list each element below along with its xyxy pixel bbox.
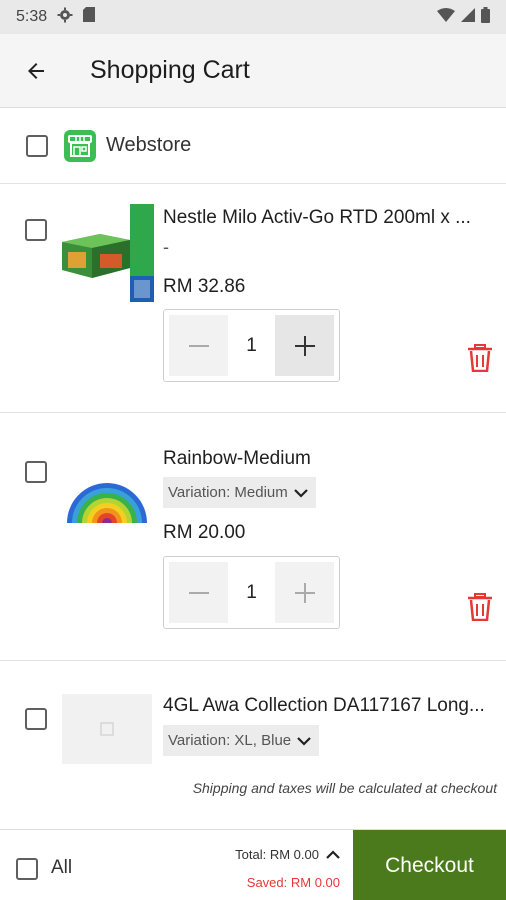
item-subline: - (163, 237, 169, 257)
saved-label: Saved: RM 0.00 (246, 875, 340, 890)
settings-icon (57, 7, 73, 28)
sd-card-icon (83, 7, 96, 27)
item-checkbox[interactable] (25, 461, 47, 483)
page-title: Shopping Cart (90, 56, 250, 84)
product-image (62, 204, 154, 302)
quantity-stepper: 1 (163, 309, 340, 382)
plus-icon (294, 582, 315, 603)
item-checkbox[interactable] (25, 219, 47, 241)
variation-dropdown[interactable]: Variation: Medium (163, 477, 316, 508)
store-icon (64, 129, 96, 162)
item-name[interactable]: Nestle Milo Activ-Go RTD 200ml x ... (163, 207, 493, 229)
image-icon (100, 722, 114, 736)
signal-icon (461, 7, 475, 27)
arrow-back-icon (28, 62, 44, 79)
chevron-down-icon (294, 488, 308, 498)
item-checkbox[interactable] (25, 708, 47, 730)
decrease-button[interactable] (169, 315, 228, 376)
item-name[interactable]: Rainbow-Medium (163, 448, 493, 470)
total-label: Total: RM 0.00 (235, 847, 319, 862)
app-bar: Shopping Cart (0, 34, 506, 108)
status-bar: 5:38 (0, 0, 506, 34)
wifi-icon (437, 7, 455, 27)
cart-item: 4GL Awa Collection DA117167 Long... Vari… (0, 661, 506, 764)
back-button[interactable] (0, 34, 72, 108)
quantity-stepper: 1 (163, 556, 340, 629)
decrease-button[interactable] (169, 562, 228, 623)
item-name[interactable]: 4GL Awa Collection DA117167 Long... (163, 695, 493, 717)
checkout-button[interactable]: Checkout (353, 830, 506, 900)
placeholder-image (62, 694, 152, 764)
quantity-value[interactable]: 1 (228, 582, 275, 604)
total-summary[interactable]: Total: RM 0.00 (235, 847, 341, 862)
battery-icon (481, 6, 490, 28)
trash-icon[interactable] (467, 344, 493, 372)
store-checkbox[interactable] (26, 134, 48, 157)
variation-dropdown[interactable]: Variation: XL, Blue (163, 725, 320, 756)
cart-item: Rainbow-Medium Variation: Medium RM 20.0… (0, 413, 506, 661)
variation-label: Variation: XL, Blue (168, 732, 292, 749)
quantity-value[interactable]: 1 (228, 335, 275, 357)
minus-icon (188, 344, 209, 347)
item-price: RM 32.86 (163, 276, 246, 297)
chevron-up-icon (326, 850, 340, 859)
item-price: RM 20.00 (163, 522, 246, 543)
store-name: Webstore (106, 134, 192, 156)
variation-label: Variation: Medium (168, 484, 288, 501)
cart-item: Nestle Milo Activ-Go RTD 200ml x ... - R… (0, 184, 506, 413)
increase-button[interactable] (275, 562, 334, 623)
chevron-down-icon (297, 736, 311, 746)
select-all-checkbox[interactable] (16, 858, 38, 880)
increase-button[interactable] (275, 315, 334, 376)
trash-icon[interactable] (467, 593, 493, 621)
select-all-label[interactable]: All (51, 857, 72, 879)
product-image (67, 483, 147, 523)
status-time: 5:38 (16, 8, 48, 25)
minus-icon (188, 591, 209, 594)
shipping-note: Shipping and taxes will be calculated at… (192, 780, 497, 796)
plus-icon (294, 335, 315, 356)
bottom-bar: All Total: RM 0.00 Saved: RM 0.00 Checko… (0, 829, 506, 900)
store-row: Webstore (0, 108, 506, 184)
